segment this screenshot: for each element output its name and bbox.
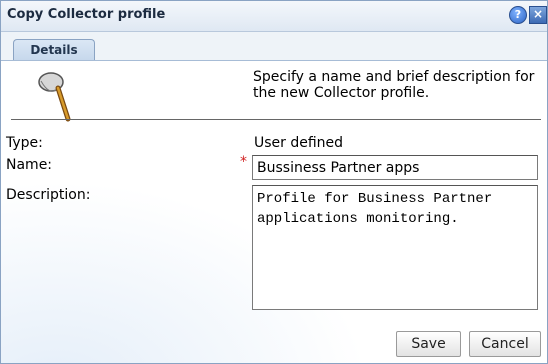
type-value: User defined (254, 135, 344, 151)
help-icon[interactable]: ? (509, 6, 527, 24)
required-marker: * (240, 154, 247, 170)
butterfly-net-icon (38, 72, 71, 122)
name-label: Name: (6, 157, 53, 173)
save-button[interactable]: Save (396, 331, 461, 357)
divider (11, 119, 541, 120)
dialog-titlebar: Copy Collector profile ? × (1, 1, 547, 32)
type-label: Type: (6, 135, 43, 151)
dialog-title: Copy Collector profile (7, 7, 166, 22)
tab-details[interactable]: Details (13, 39, 95, 60)
description-textarea[interactable]: Profile for Business Partner application… (252, 185, 538, 310)
tab-strip: Details (1, 32, 547, 61)
cancel-button[interactable]: Cancel (469, 331, 541, 357)
dialog-content: Specify a name and brief description for… (1, 61, 547, 363)
copy-collector-profile-dialog: Copy Collector profile ? × Details Speci… (0, 0, 548, 364)
intro-text: Specify a name and brief description for… (253, 69, 535, 101)
description-label: Description: (6, 187, 91, 203)
close-icon[interactable]: × (529, 6, 547, 24)
name-input[interactable] (252, 155, 538, 180)
